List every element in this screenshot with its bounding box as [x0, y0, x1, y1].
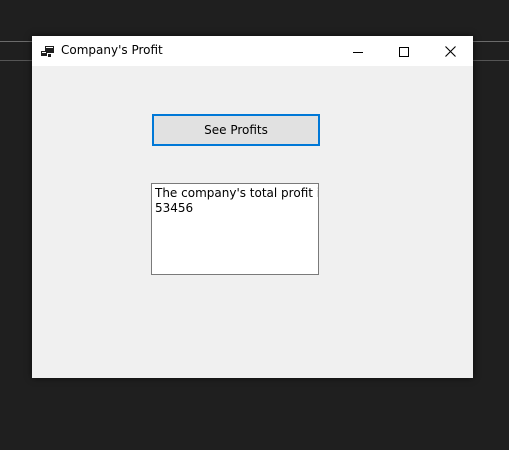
output-line-label: The company's total profit is:: [155, 186, 319, 200]
maximize-button[interactable]: [381, 36, 427, 66]
profit-output-textbox[interactable]: The company's total profit is: 53456: [151, 183, 319, 275]
title-bar[interactable]: Company's Profit: [32, 36, 473, 66]
minimize-icon: [353, 42, 363, 61]
close-icon: [444, 42, 456, 61]
see-profits-button[interactable]: See Profits: [152, 114, 320, 146]
windows-form-icon: [41, 44, 54, 57]
background-window-edge: [473, 41, 509, 42]
maximize-icon: [399, 42, 409, 61]
background-window-edge: [473, 60, 509, 61]
minimize-button[interactable]: [335, 36, 381, 66]
window-title: Company's Profit: [61, 43, 163, 57]
app-window: Company's Profit See Profits The company…: [32, 36, 473, 378]
output-line-value: 53456: [155, 201, 194, 215]
close-button[interactable]: [427, 36, 473, 66]
background-window-edge: [0, 60, 34, 61]
background-window-edge: [0, 41, 34, 42]
